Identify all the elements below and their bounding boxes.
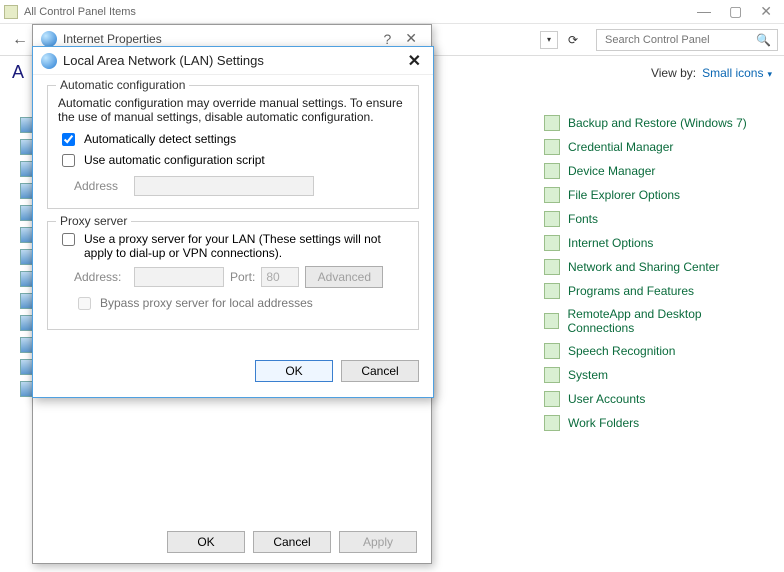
auto-detect-checkbox[interactable] <box>62 133 75 146</box>
cp-item-label: Work Folders <box>568 416 639 430</box>
auto-group-legend: Automatic configuration <box>56 78 189 92</box>
cp-item-backup[interactable]: Backup and Restore (Windows 7) <box>544 115 764 131</box>
cp-item-device[interactable]: Device Manager <box>544 163 764 179</box>
internet-icon <box>544 235 560 251</box>
cp-title: All Control Panel Items <box>24 6 136 18</box>
cp-item-speech[interactable]: Speech Recognition <box>544 343 764 359</box>
cp-item-label: Speech Recognition <box>568 344 675 358</box>
folder-icon <box>544 187 560 203</box>
cp-item-label: Internet Options <box>568 236 653 250</box>
lan-settings-dialog: Local Area Network (LAN) Settings ✕ Auto… <box>32 46 434 398</box>
bypass-checkbox <box>78 297 91 310</box>
lan-dialog-title: Local Area Network (LAN) Settings <box>63 53 264 68</box>
cp-item-system[interactable]: System <box>544 367 764 383</box>
programs-icon <box>544 283 560 299</box>
cp-item-label: System <box>568 368 608 382</box>
proxy-address-label: Address: <box>74 270 128 284</box>
proxy-port-input <box>261 267 299 287</box>
search-box[interactable]: 🔍 <box>596 29 778 51</box>
search-input[interactable] <box>603 33 756 47</box>
cp-item-credential[interactable]: Credential Manager <box>544 139 764 155</box>
view-by-label: View by: <box>651 66 696 80</box>
minimize-icon[interactable]: — <box>697 3 711 20</box>
automatic-configuration-group: Automatic configuration Automatic config… <box>47 85 419 209</box>
globe-icon <box>41 31 57 47</box>
cp-heading-partial: A <box>12 62 24 83</box>
proxy-use-row: Use a proxy server for your LAN (These s… <box>58 232 408 260</box>
network-icon <box>544 259 560 275</box>
address-label: Address <box>74 179 128 193</box>
advanced-button: Advanced <box>305 266 383 288</box>
back-icon[interactable]: ← <box>6 31 34 49</box>
location-dropdown-icon[interactable]: ▾ <box>540 31 558 49</box>
auto-script-address-input <box>134 176 314 196</box>
cp-item-network[interactable]: Network and Sharing Center <box>544 259 764 275</box>
ip-title: Internet Properties <box>63 32 162 46</box>
mic-icon <box>544 343 560 359</box>
cp-item-label: Device Manager <box>568 164 655 178</box>
ip-cancel-button[interactable]: Cancel <box>253 531 331 553</box>
cp-item-label: Programs and Features <box>568 284 694 298</box>
proxy-use-checkbox[interactable] <box>62 233 75 246</box>
system-icon <box>544 367 560 383</box>
search-icon: 🔍 <box>756 33 771 47</box>
proxy-group-legend: Proxy server <box>56 214 131 228</box>
cp-titlebar: All Control Panel Items — ▢ ✕ <box>0 0 784 24</box>
maximize-icon[interactable]: ▢ <box>729 3 742 20</box>
ip-ok-button[interactable]: OK <box>167 531 245 553</box>
users-icon <box>544 391 560 407</box>
auto-script-address-row: Address <box>74 176 408 196</box>
view-by-dropdown[interactable]: Small icons <box>702 66 772 80</box>
credential-icon <box>544 139 560 155</box>
ip-apply-button: Apply <box>339 531 417 553</box>
cp-item-workfolders[interactable]: Work Folders <box>544 415 764 431</box>
auto-script-label: Use automatic configuration script <box>84 153 265 167</box>
cp-item-label: Network and Sharing Center <box>568 260 719 274</box>
refresh-icon[interactable]: ⟳ <box>564 31 582 49</box>
cp-item-fonts[interactable]: Fonts <box>544 211 764 227</box>
auto-script-checkbox[interactable] <box>62 154 75 167</box>
close-icon[interactable]: ✕ <box>399 30 423 47</box>
lan-cancel-button[interactable]: Cancel <box>341 360 419 382</box>
cp-item-users[interactable]: User Accounts <box>544 391 764 407</box>
cp-item-internet[interactable]: Internet Options <box>544 235 764 251</box>
cp-item-label: Fonts <box>568 212 598 226</box>
proxy-port-label: Port: <box>230 270 255 284</box>
proxy-address-row: Address: Port: Advanced <box>74 266 408 288</box>
cp-item-remoteapp[interactable]: RemoteApp and Desktop Connections <box>544 307 764 335</box>
close-icon[interactable]: ✕ <box>404 51 425 71</box>
ip-button-row: OK Cancel Apply <box>33 521 431 563</box>
cp-item-label: Backup and Restore (Windows 7) <box>568 116 747 130</box>
cp-item-label: RemoteApp and Desktop Connections <box>567 307 764 335</box>
cp-item-label: File Explorer Options <box>568 188 680 202</box>
auto-script-row: Use automatic configuration script <box>58 153 408 170</box>
auto-desc: Automatic configuration may override man… <box>58 96 408 124</box>
control-panel-icon <box>4 5 18 19</box>
fonts-icon <box>544 211 560 227</box>
close-icon[interactable]: ✕ <box>760 3 772 20</box>
lan-ok-button[interactable]: OK <box>255 360 333 382</box>
help-icon[interactable]: ? <box>375 31 399 47</box>
proxy-use-label: Use a proxy server for your LAN (These s… <box>84 232 408 260</box>
lan-body: Automatic configuration Automatic config… <box>33 75 433 352</box>
proxy-address-input <box>134 267 224 287</box>
bypass-row: Bypass proxy server for local addresses <box>74 296 408 313</box>
device-icon <box>544 163 560 179</box>
remoteapp-icon <box>544 313 559 329</box>
globe-icon <box>41 53 57 69</box>
cp-items-column: Backup and Restore (Windows 7) Credentia… <box>544 111 764 431</box>
cp-item-label: Credential Manager <box>568 140 673 154</box>
folder-icon <box>544 415 560 431</box>
cp-item-label: User Accounts <box>568 392 645 406</box>
proxy-server-group: Proxy server Use a proxy server for your… <box>47 221 419 330</box>
cp-item-fileexplorer[interactable]: File Explorer Options <box>544 187 764 203</box>
auto-detect-row: Automatically detect settings <box>58 132 408 149</box>
cp-item-programs[interactable]: Programs and Features <box>544 283 764 299</box>
backup-icon <box>544 115 560 131</box>
bypass-label: Bypass proxy server for local addresses <box>100 296 313 310</box>
lan-titlebar: Local Area Network (LAN) Settings ✕ <box>33 47 433 75</box>
auto-detect-label: Automatically detect settings <box>84 132 236 146</box>
lan-button-row: OK Cancel <box>33 352 433 394</box>
